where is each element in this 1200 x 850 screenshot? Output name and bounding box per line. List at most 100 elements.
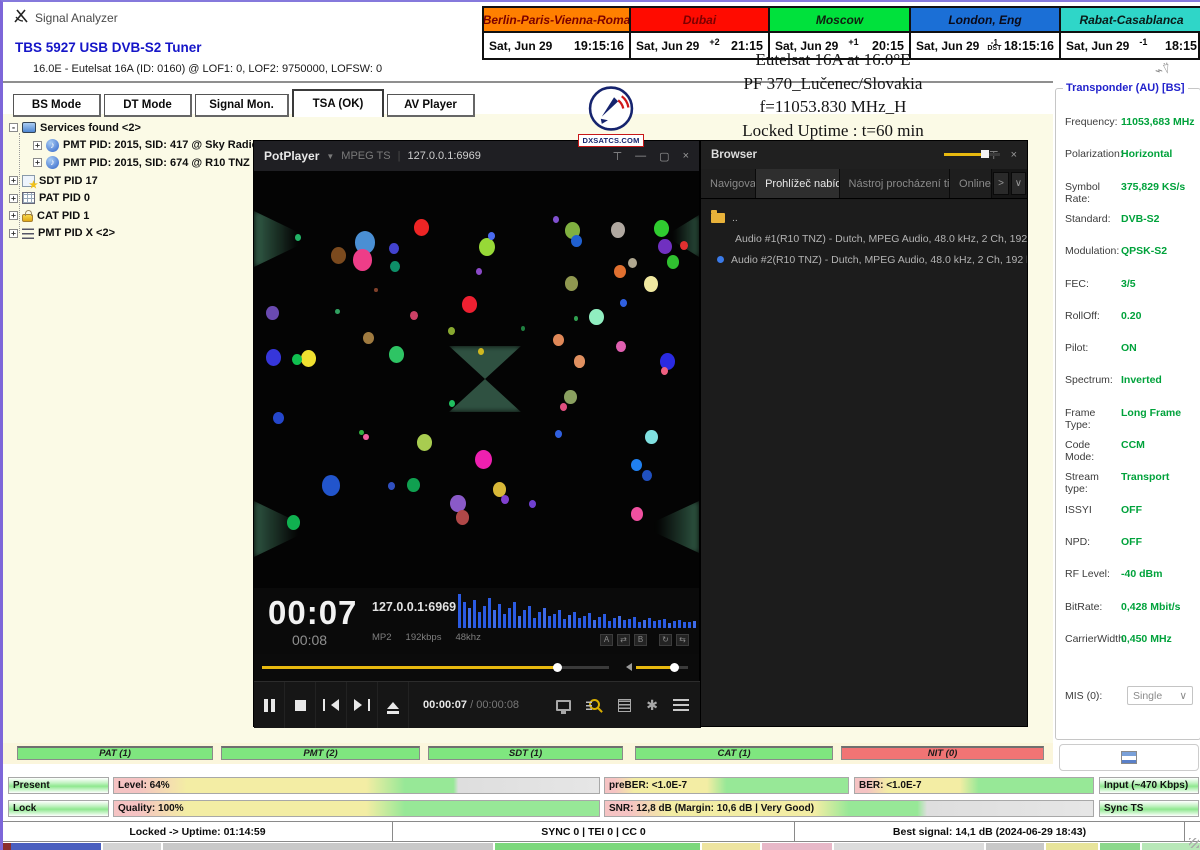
browser-tab-3[interactable]: Nástroj procházení titulků <box>840 169 951 198</box>
spectrum-bar <box>528 606 531 628</box>
speaker-icon[interactable] <box>622 663 632 671</box>
browser-tab-2[interactable]: Prohlížeč nabídky <box>756 169 839 198</box>
pmt-bar: PMT (2) <box>221 746 420 760</box>
snr-meter: SNR: 12,8 dB (Margin: 10,6 dB | Very Goo… <box>604 800 1094 817</box>
video-dot <box>620 299 627 307</box>
transponder-row: NPD:OFF <box>1065 536 1199 550</box>
tree-item[interactable]: +♪PMT PID: 2015, SID: 417 @ Sky Radio TN… <box>9 137 254 155</box>
tree-expander[interactable]: + <box>33 158 42 167</box>
annotation-line-4: Locked Uptime : t=60 min <box>621 119 1045 143</box>
shuffle-icon[interactable]: ⇆ <box>676 634 689 646</box>
loop-icon[interactable]: ↻ <box>659 634 672 646</box>
menu-icon[interactable] <box>673 699 689 711</box>
mis-dropdown[interactable]: Single ∨ <box>1127 686 1193 705</box>
spectrum-bar <box>548 616 551 628</box>
playlist-icon[interactable] <box>618 699 631 712</box>
mode-tabs: BS ModeDT ModeSignal Mon.TSA (OK)AV Play… <box>13 89 478 117</box>
video-canvas[interactable] <box>254 171 699 588</box>
mis-row: MIS (0): Single ∨ <box>1065 686 1195 705</box>
video-dot <box>407 478 420 493</box>
transponder-row: Frame Type:Long Frame <box>1065 407 1199 421</box>
browser-list-item[interactable]: Audio #1(R10 TNZ) - Dutch, MPEG Audio, 4… <box>701 228 1027 249</box>
settings-gear-icon[interactable]: ✱ <box>646 698 658 712</box>
tab-bs-mode[interactable]: BS Mode <box>13 94 101 117</box>
chevron-down-icon[interactable]: ∨ <box>1011 172 1026 195</box>
tree-expander[interactable]: + <box>9 229 18 238</box>
transponder-label: Frame Type: <box>1065 407 1121 421</box>
video-center-bowtie <box>449 346 521 412</box>
chevron-down-icon[interactable]: ▼ <box>326 152 334 161</box>
seek-handle[interactable] <box>553 663 562 672</box>
marker-a-button[interactable]: A <box>600 634 613 646</box>
transponder-value: 11053,683 MHz <box>1121 116 1195 130</box>
tree-item[interactable]: +PAT PID 0 <box>9 189 254 207</box>
tree-item[interactable]: +SDT PID 17 <box>9 172 254 190</box>
seek-bar[interactable] <box>262 666 609 669</box>
app-dish-icon <box>13 8 29 29</box>
tree-expander[interactable]: - <box>9 123 18 132</box>
tree-expander[interactable]: + <box>9 176 18 185</box>
tab-dt-mode[interactable]: DT Mode <box>104 94 192 117</box>
list-icon <box>22 228 34 239</box>
volume-bar[interactable] <box>636 666 688 669</box>
stop-button[interactable] <box>285 682 316 728</box>
video-dot <box>363 332 374 344</box>
video-dot <box>374 288 378 292</box>
lock-icon <box>22 214 33 222</box>
playing-dot-icon <box>717 256 724 263</box>
video-dot <box>295 234 301 241</box>
resize-grip[interactable] <box>1189 838 1199 848</box>
spectrum-bar <box>643 620 646 628</box>
transponder-value: 0,428 Mbit/s <box>1121 601 1181 615</box>
volume-handle[interactable] <box>670 663 679 672</box>
tree-item[interactable]: +PMT PID X <2> <box>9 225 254 243</box>
ab-swap-icon[interactable]: ⇄ <box>617 634 630 646</box>
spectrum-bar <box>648 618 651 628</box>
tab-av-player[interactable]: AV Player <box>387 94 475 117</box>
minimize-icon[interactable]: — <box>635 150 646 163</box>
transponder-value: 375,829 KS/s <box>1121 181 1185 195</box>
mis-label: MIS (0): <box>1065 690 1121 702</box>
tuner-name: TBS 5927 USB DVB-S2 Tuner <box>15 40 202 55</box>
display-icon[interactable] <box>556 700 571 711</box>
tree-item[interactable]: -Services found <2> <box>9 119 254 137</box>
tree-item[interactable]: +CAT PID 1 <box>9 207 254 225</box>
close-icon[interactable]: × <box>683 150 689 163</box>
tab-tsa-ok-[interactable]: TSA (OK) <box>292 89 384 117</box>
spectrum-bar <box>573 612 576 628</box>
clock-utc-offset: +1 <box>848 37 858 47</box>
browser-tab-1[interactable]: Navigovat <box>701 169 756 198</box>
video-dot <box>501 495 509 504</box>
chevron-right-icon[interactable]: > <box>993 172 1008 195</box>
marker-b-button[interactable]: B <box>634 634 647 646</box>
logo-caption: DXSATCS.COM <box>578 134 644 147</box>
browser-up-item[interactable]: .. <box>701 207 1027 228</box>
video-dot <box>654 220 669 237</box>
previous-button[interactable] <box>316 682 347 728</box>
tree-expander[interactable]: + <box>33 141 42 150</box>
spectrum-bar <box>613 618 616 628</box>
ts-record-button[interactable] <box>1059 744 1199 771</box>
potplayer-app-name[interactable]: PotPlayer <box>264 149 319 163</box>
video-dot <box>488 232 495 240</box>
tree-expander[interactable]: + <box>9 211 18 220</box>
preber-meter: preBER: <1.0E-7 <box>604 777 849 794</box>
pin-icon[interactable]: ⊤ <box>613 150 623 163</box>
eject-button[interactable] <box>378 682 409 728</box>
tree-expander[interactable]: + <box>9 194 18 203</box>
tab-signal-mon-[interactable]: Signal Mon. <box>195 94 289 117</box>
clock-datetime: Sat, Jun 29-118:15 <box>1061 33 1200 58</box>
pause-button[interactable] <box>254 682 285 728</box>
search-icon[interactable] <box>586 698 603 713</box>
next-button[interactable] <box>347 682 378 728</box>
tree-item[interactable]: +♪PMT PID: 2015, SID: 674 @ R10 TNZ (BP-… <box>9 154 254 172</box>
browser-titlebar[interactable]: Browser ⊤ × <box>701 141 1027 169</box>
transponder-row: BitRate:0,428 Mbit/s <box>1065 601 1199 615</box>
maximize-icon[interactable]: ▢ <box>659 150 669 163</box>
browser-slider[interactable] <box>944 153 1000 156</box>
browser-tab-4[interactable]: Online <box>950 169 992 198</box>
close-icon[interactable]: × <box>1011 149 1017 162</box>
browser-list-item[interactable]: Audio #2(R10 TNZ) - Dutch, MPEG Audio, 4… <box>701 249 1027 270</box>
chevron-down-icon: ∨ <box>1179 690 1187 702</box>
player-info-strip: 00:07 00:08 127.0.0.1:6969 MP2 192kbps 4… <box>254 588 699 654</box>
